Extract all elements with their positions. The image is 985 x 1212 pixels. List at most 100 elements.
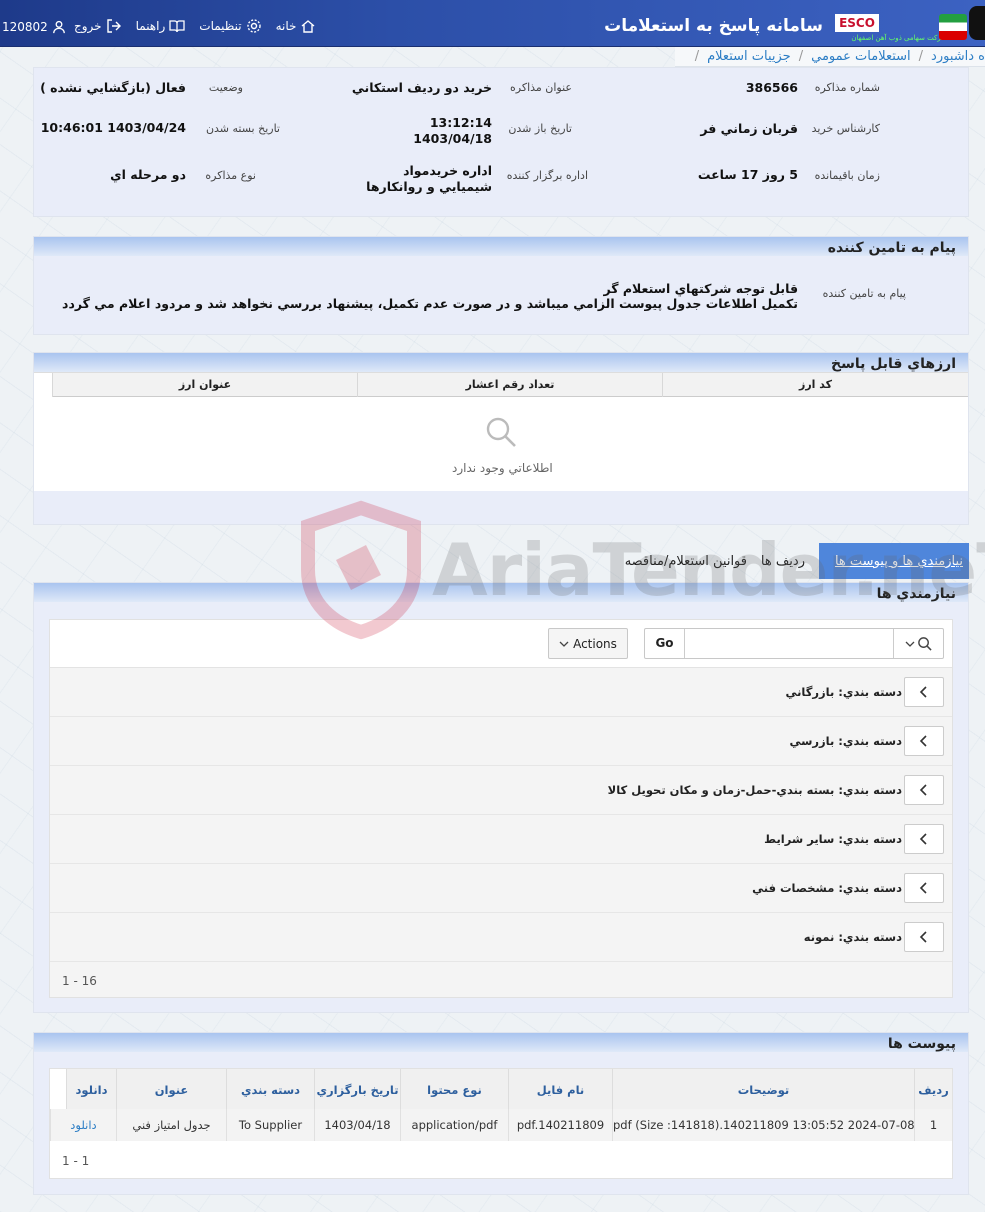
requirement-label: دسته بندي: نمونه <box>803 930 902 944</box>
col-file-name[interactable]: نام فايل <box>508 1069 612 1109</box>
col-upload-date[interactable]: تاريخ بارگزاري <box>314 1069 400 1109</box>
label-subject: عنوان مذاكره <box>510 81 572 94</box>
col-description[interactable]: توضيحات <box>612 1069 914 1109</box>
requirements-pager: 1 - 16 <box>62 974 97 988</box>
expand-button[interactable] <box>904 775 944 805</box>
download-link[interactable]: دانلود <box>50 1109 116 1141</box>
requirement-label: دسته بندي: بازرسي <box>789 734 902 748</box>
supplier-message-panel: پيام به تامين كننده پيام به تامين كننده … <box>33 236 969 335</box>
expand-button[interactable] <box>904 677 944 707</box>
chevron-left-icon <box>919 833 927 845</box>
search-icon <box>486 417 516 447</box>
cell-upload-date: 1403/04/18 <box>314 1109 400 1141</box>
value-open-date: 1403/04/18 <box>413 131 492 146</box>
logout-icon <box>106 19 121 33</box>
search-bar: Go <box>644 628 944 659</box>
gear-icon <box>246 19 261 33</box>
col-title[interactable]: عنوان <box>116 1069 226 1109</box>
brand-logo: ESCO <box>835 14 879 32</box>
supplier-message-line2: تكميل اطلاعات جدول پيوست الزامي ميباشد و… <box>62 296 798 311</box>
supplier-message-label: پيام به تامين كننده <box>822 287 906 300</box>
currencies-table: كد ارز تعداد رقم اعشار عنوان ارز اطلاعات… <box>34 372 968 491</box>
app-title: سامانه پاسخ به استعلامات <box>604 16 823 36</box>
requirement-row[interactable]: دسته بندي: مشخصات فني <box>50 864 952 913</box>
value-dept-line1: اداره خريدمواد <box>403 163 492 178</box>
book-icon <box>169 20 185 33</box>
expand-button[interactable] <box>904 873 944 903</box>
breadcrumb: ه داشبورد/استعلامات عمومي/جزييات استعلام… <box>675 47 985 67</box>
label-open-date: تاريخ باز شدن <box>508 122 572 135</box>
requirement-label: دسته بندي: بازرگاني <box>785 685 902 699</box>
supplier-message-title: پيام به تامين كننده <box>34 237 968 256</box>
expand-button[interactable] <box>904 726 944 756</box>
label-expert: كارشناس خريد <box>811 122 880 135</box>
chevron-left-icon <box>919 882 927 894</box>
tab-rules[interactable]: قوانين استعلام/مناقصه <box>625 554 747 569</box>
cell-category: To Supplier <box>226 1109 314 1141</box>
flag-icon <box>939 14 967 40</box>
requirement-row[interactable]: دسته بندي: بازرسي <box>50 717 952 766</box>
col-currency-code[interactable]: كد ارز <box>662 373 968 397</box>
chevron-left-icon <box>919 784 927 796</box>
expand-button[interactable] <box>904 922 944 952</box>
top-nav: خروج راهنما تنظيمات خانه <box>74 18 316 34</box>
breadcrumb-dashboard[interactable]: ه داشبورد <box>931 49 985 64</box>
value-subject: خريد دو رديف استكاني <box>351 80 492 95</box>
value-status: فعال (بازگشايي نشده ) <box>40 80 186 95</box>
company-logo <box>969 6 985 40</box>
col-decimal-digits[interactable]: تعداد رقم اعشار <box>357 373 662 397</box>
requirement-row[interactable]: دسته بندي: بازرگاني <box>50 668 952 717</box>
requirement-label: دسته بندي: مشخصات فني <box>752 881 902 895</box>
requirement-label: دسته بندي: بسته بندي-حمل-زمان و مكان تحو… <box>607 783 902 797</box>
requirements-title: نيازمندي ها <box>34 583 968 602</box>
col-download[interactable]: دانلود <box>66 1069 116 1109</box>
value-close-date: 1403/04/24 10:46:01 <box>40 120 186 135</box>
home-link[interactable]: خانه <box>276 18 317 34</box>
col-currency-title[interactable]: عنوان ارز <box>52 373 357 397</box>
col-category[interactable]: دسته بندي <box>226 1069 314 1109</box>
currencies-header-row: كد ارز تعداد رقم اعشار عنوان ارز <box>52 373 968 397</box>
tab-requirements-attachments[interactable]: نيازمندي ها و پيوست ها <box>819 543 969 579</box>
col-row[interactable]: رديف <box>914 1069 952 1109</box>
label-number: شماره مذاكره <box>814 81 880 94</box>
value-expert: قربان زماني فر <box>700 121 798 136</box>
settings-link[interactable]: تنظيمات <box>199 18 261 34</box>
search-column-button[interactable] <box>893 629 943 658</box>
currencies-title: ارزهاي قابل پاسخ <box>34 353 968 372</box>
breadcrumb-inquiry-details[interactable]: جزييات استعلام <box>707 49 791 64</box>
value-remaining: 5 روز 17 ساعت <box>697 167 798 182</box>
requirement-row[interactable]: دسته بندي: ساير شرايط <box>50 815 952 864</box>
label-dept: اداره برگزار كننده <box>506 169 588 182</box>
chevron-left-icon <box>919 686 927 698</box>
user-icon <box>52 20 65 34</box>
search-icon <box>918 637 932 651</box>
requirement-row[interactable]: دسته بندي: نمونه <box>50 913 952 962</box>
cell-title: جدول امتياز فني <box>116 1109 226 1141</box>
label-type: نوع مذاكره <box>205 169 256 182</box>
requirements-toolbar: Go Actions <box>50 620 952 668</box>
requirement-row[interactable]: دسته بندي: بسته بندي-حمل-زمان و مكان تحو… <box>50 766 952 815</box>
tab-rows[interactable]: رديف ها <box>761 554 805 569</box>
search-input[interactable] <box>685 629 893 658</box>
currencies-empty-message: اطلاعاتي وجود ندارد <box>452 461 553 475</box>
currencies-panel: ارزهاي قابل پاسخ كد ارز تعداد رقم اعشار … <box>33 352 969 525</box>
chevron-left-icon <box>919 931 927 943</box>
cell-file-name: pdf.140211809 <box>508 1109 612 1141</box>
breadcrumb-public-inquiries[interactable]: استعلامات عمومي <box>811 49 911 64</box>
user-menu[interactable]: 120802 <box>2 20 66 34</box>
value-type: دو مرحله اي <box>110 167 186 182</box>
go-button[interactable]: Go <box>645 629 685 658</box>
actions-button[interactable]: Actions <box>548 628 628 659</box>
chevron-left-icon <box>919 735 927 747</box>
tab-bar: نيازمندي ها و پيوست ها رديف ها قوانين اس… <box>600 543 969 579</box>
logout-link[interactable]: خروج <box>74 18 122 34</box>
user-id: 120802 <box>2 20 48 34</box>
expand-button[interactable] <box>904 824 944 854</box>
attachments-table: رديف توضيحات نام فايل نوع محتوا تاريخ با… <box>49 1068 953 1179</box>
attachments-title: پيوست ها <box>34 1033 968 1052</box>
requirements-region: Go Actions دسته بندي: بازرگاني دسته بندي… <box>49 619 953 998</box>
requirement-label: دسته بندي: ساير شرايط <box>764 832 902 846</box>
col-content-type[interactable]: نوع محتوا <box>400 1069 508 1109</box>
supplier-message-line1: قابل توجه شركتهاي استعلام گر <box>603 281 798 296</box>
help-link[interactable]: راهنما <box>136 18 186 34</box>
